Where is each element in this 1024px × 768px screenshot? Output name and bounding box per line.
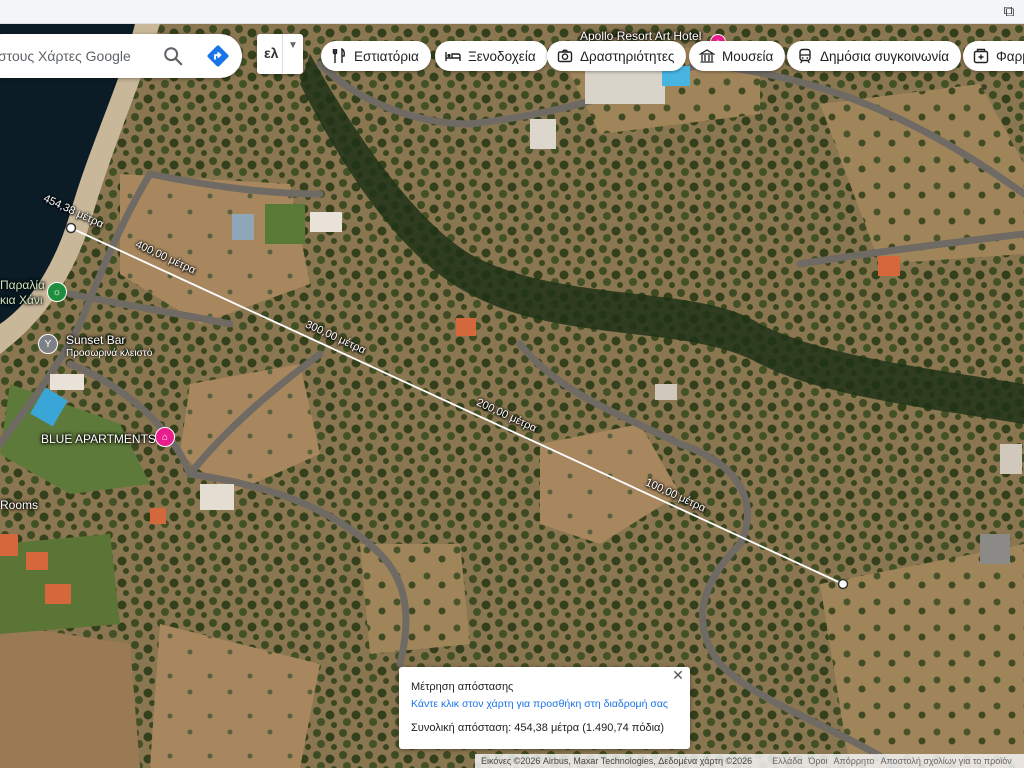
beach-pin-icon[interactable]: ☼: [47, 282, 67, 302]
chip-hotels-label: Ξενοδοχεία: [468, 48, 536, 64]
pharmacy-icon: [973, 48, 989, 64]
chip-restaurants[interactable]: Εστιατόρια: [321, 41, 431, 71]
chip-museums-label: Μουσεία: [722, 48, 774, 64]
chip-museums[interactable]: Μουσεία: [689, 41, 786, 71]
language-selector[interactable]: ελ ▼: [257, 34, 303, 74]
apartment-pin-icon[interactable]: ⌂: [155, 427, 175, 447]
puzzle-icon[interactable]: ⧉: [1000, 3, 1018, 21]
panel-hint: Κάντε κλικ στον χάρτη για προσθήκη στη δ…: [411, 698, 668, 710]
bed-icon: [445, 52, 461, 61]
place-beach-line1[interactable]: Παραλία: [0, 278, 45, 292]
train-icon: [799, 48, 811, 64]
bar-pin-icon[interactable]: Y: [38, 334, 58, 354]
measure-line: [70, 227, 844, 585]
language-label: ελ: [264, 45, 279, 61]
footer-feedback[interactable]: Αποστολή σχολίων για το προϊόν: [880, 756, 1011, 766]
measure-distance-panel: ✕ Μέτρηση απόστασης Κάντε κλικ στον χάρτ…: [399, 667, 690, 749]
language-divider: [282, 34, 283, 74]
chip-activities[interactable]: Δραστηριότητες: [547, 41, 687, 71]
footer-terms[interactable]: Όροι: [808, 756, 827, 766]
directions-icon[interactable]: [206, 44, 230, 68]
browser-toolbar: ⧉: [0, 0, 1024, 24]
close-icon[interactable]: ✕: [671, 668, 685, 682]
chip-public-transport-label: Δημόσια συγκοινωνία: [820, 48, 950, 64]
chip-hotels[interactable]: Ξενοδοχεία: [435, 41, 548, 71]
camera-icon: [557, 49, 573, 63]
chip-pharmacies-label: Φαρμ: [996, 48, 1024, 64]
chip-restaurants-label: Εστιατόρια: [354, 48, 419, 64]
search-box: [0, 34, 242, 78]
search-input[interactable]: [0, 45, 168, 67]
panel-total-distance: Συνολική απόσταση: 454,38 μέτρα (1.490,7…: [411, 722, 665, 734]
distance-measure-overlay: [65, 222, 849, 590]
footer-imagery: Εικόνες ©2026 Airbus, Maxar Technologies…: [481, 756, 753, 766]
measure-end-point[interactable]: [837, 578, 849, 590]
place-rooms[interactable]: Rooms: [0, 498, 38, 512]
map-footer: Εικόνες ©2026 Airbus, Maxar Technologies…: [475, 754, 1024, 768]
place-sunset-bar-status: Προσωρινά κλειστό: [66, 348, 153, 359]
museum-icon: [699, 49, 715, 63]
chevron-down-icon[interactable]: ▼: [288, 40, 298, 51]
panel-title: Μέτρηση απόστασης: [411, 681, 514, 693]
chip-pharmacies[interactable]: Φαρμ: [963, 41, 1024, 71]
footer-region[interactable]: Ελλάδα: [772, 756, 802, 766]
place-sunset-bar[interactable]: Sunset Bar: [66, 333, 125, 347]
chip-public-transport[interactable]: Δημόσια συγκοινωνία: [787, 41, 962, 71]
measure-start-point[interactable]: [65, 222, 77, 234]
footer-privacy[interactable]: Απόρρητο: [834, 756, 875, 766]
search-icon[interactable]: [162, 45, 184, 67]
chip-activities-label: Δραστηριότητες: [580, 48, 675, 64]
map-canvas[interactable]: 454,38 μέτρα 400,00 μέτρα 300,00 μέτρα 2…: [0, 24, 1024, 768]
place-beach-line2[interactable]: κια Χάνι: [0, 293, 43, 307]
fork-knife-icon: [332, 48, 345, 63]
place-blue-apartments[interactable]: BLUE APARTMENTS: [41, 432, 156, 446]
